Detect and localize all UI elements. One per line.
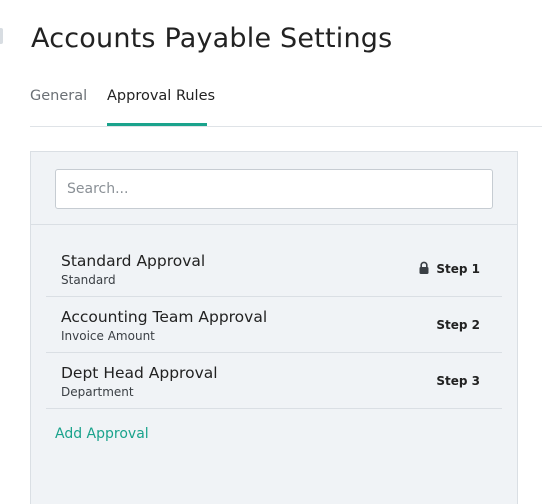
add-approval-link[interactable]: Add Approval [55,425,149,443]
approval-title: Accounting Team Approval [61,308,268,326]
lock-icon [419,261,429,274]
approval-list: Standard Approval Standard Step 1 Accoun… [46,241,502,409]
approval-step: Step 3 [436,374,480,388]
approval-title: Dept Head Approval [61,364,218,382]
approval-row-accounting-team[interactable]: Accounting Team Approval Invoice Amount … [46,297,502,353]
approval-row-dept-head[interactable]: Dept Head Approval Department Step 3 [46,353,502,409]
approval-step: Step 2 [436,318,480,332]
approval-row-standard[interactable]: Standard Approval Standard Step 1 [46,241,502,297]
approval-rules-panel: Standard Approval Standard Step 1 Accoun… [30,151,518,504]
approval-step: Step 1 [436,262,480,276]
approval-title: Standard Approval [61,252,206,270]
tab-general[interactable]: General [30,87,87,105]
approval-subtitle: Department [61,385,134,399]
search-area [31,152,517,225]
settings-tabs: General Approval Rules [30,80,542,127]
tab-approval-rules[interactable]: Approval Rules [107,87,215,105]
search-input[interactable] [55,169,493,209]
approval-subtitle: Invoice Amount [61,329,155,343]
page-title: Accounts Payable Settings [31,23,393,54]
approval-subtitle: Standard [61,273,116,287]
active-tab-indicator [107,123,207,126]
collapsed-sidebar-edge [0,28,3,44]
